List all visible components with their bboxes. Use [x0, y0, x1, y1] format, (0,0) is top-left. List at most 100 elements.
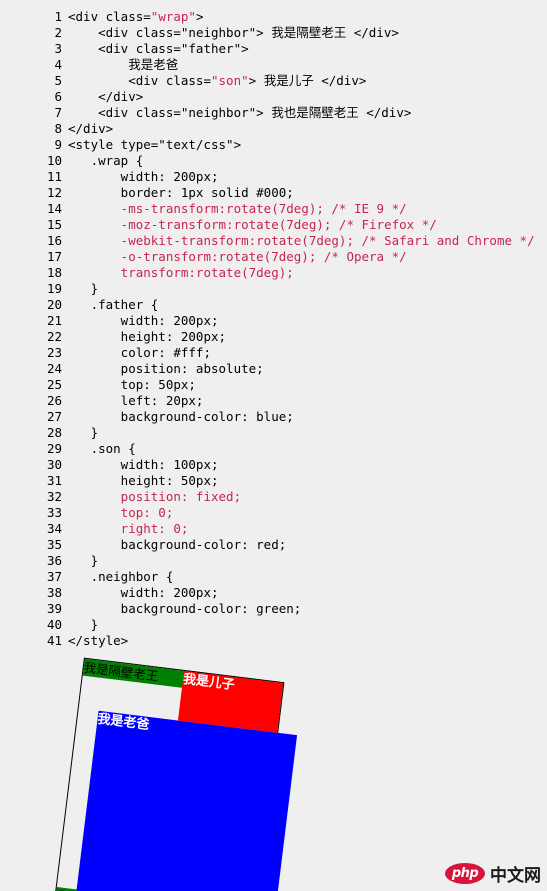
code-line: 40 } [0, 617, 547, 633]
code-token: > 我是隔壁老王 </div> [256, 25, 399, 40]
line-number: 24 [46, 361, 62, 376]
code-line-text: } [62, 617, 99, 633]
code-line: 10 .wrap { [0, 153, 547, 169]
code-token: width: 100px; [68, 457, 219, 472]
code-token-highlight: transform:rotate(7deg); [68, 265, 294, 280]
code-line: 32 position: fixed; [0, 489, 547, 505]
code-token: > [195, 9, 204, 24]
code-line-text: width: 100px; [62, 457, 219, 473]
demo-son-label: 我是儿子 [182, 671, 236, 694]
code-line-text: 我是老爸 [62, 57, 178, 73]
line-number: 23 [46, 345, 62, 360]
code-token: width: 200px; [68, 313, 219, 328]
rendered-demo-stage: 我是隔壁老王 我是老爸 我是儿子 我也是隔壁老王 [0, 655, 547, 891]
code-line: 4 我是老爸 [0, 57, 547, 73]
code-token: </div> [68, 89, 144, 104]
code-token: > 我是儿子 </div> [248, 73, 367, 88]
code-line: 29 .son { [0, 441, 547, 457]
code-line: 14 -ms-transform:rotate(7deg); /* IE 9 *… [0, 201, 547, 217]
code-token-highlight: "son" [211, 73, 249, 88]
line-number: 38 [46, 585, 62, 600]
code-line: 17 -o-transform:rotate(7deg); /* Opera *… [0, 249, 547, 265]
code-line-text: top: 50px; [62, 377, 196, 393]
watermark-label: 中文网 [490, 865, 541, 886]
code-line: 35 background-color: red; [0, 537, 547, 553]
code-token: background-color: blue; [68, 409, 294, 424]
code-line: 12 border: 1px solid #000; [0, 185, 547, 201]
code-line-text: } [62, 553, 99, 569]
code-token: <div class="neighbor"> 我也是隔壁老王 </div> [68, 105, 412, 120]
line-number: 32 [46, 489, 62, 504]
code-line: 26 left: 20px; [0, 393, 547, 409]
code-token: } [68, 281, 99, 296]
code-line-text: -o-transform:rotate(7deg); /* Opera */ [62, 249, 407, 265]
line-number: 25 [46, 377, 62, 392]
code-line-text: <div class="father"> [62, 41, 249, 57]
code-line-text: -webkit-transform:rotate(7deg); /* Safar… [62, 233, 535, 249]
line-number: 34 [46, 521, 62, 536]
line-number: 14 [46, 201, 62, 216]
code-line: 22 height: 200px; [0, 329, 547, 345]
code-token-highlight: position: fixed; [68, 489, 242, 504]
code-token: width: 200px; [68, 169, 219, 184]
code-token: background-color: red; [68, 537, 287, 552]
code-line-text: color: #fff; [62, 345, 211, 361]
code-line: 34 right: 0; [0, 521, 547, 537]
code-line-text: height: 50px; [62, 473, 219, 489]
code-token-highlight: "wrap" [150, 9, 196, 24]
code-line-text: position: absolute; [62, 361, 264, 377]
code-line: 8 </div> [0, 121, 547, 137]
code-line: 1 <div class="wrap"> [0, 9, 547, 25]
code-token: .father { [68, 297, 159, 312]
code-token: height: 200px; [68, 329, 227, 344]
code-token-highlight: -ms-transform:rotate(7deg); /* IE 9 */ [68, 201, 407, 216]
code-token: } [68, 617, 99, 632]
line-number: 9 [54, 137, 62, 152]
code-line-text: border: 1px solid #000; [62, 185, 294, 201]
code-listing: 1 <div class="wrap"> 2 <div class="neighbo… [0, 9, 547, 649]
code-line: 39 background-color: green; [0, 601, 547, 617]
code-line-text: .wrap { [62, 153, 144, 169]
line-number: 7 [54, 105, 62, 120]
line-number: 33 [46, 505, 62, 520]
code-token: left: 20px; [68, 393, 204, 408]
code-token: .wrap { [68, 153, 144, 168]
code-line: 21 width: 200px; [0, 313, 547, 329]
demo-son-box: 我是儿子 [177, 670, 284, 733]
line-number: 18 [46, 265, 62, 280]
code-line: 38 width: 200px; [0, 585, 547, 601]
code-token-highlight: -webkit-transform:rotate(7deg); /* Safar… [68, 233, 535, 248]
line-number: 36 [46, 553, 62, 568]
code-line: 27 background-color: blue; [0, 409, 547, 425]
code-line-text: -ms-transform:rotate(7deg); /* IE 9 */ [62, 201, 407, 217]
line-number: 16 [46, 233, 62, 248]
code-line: 23 color: #fff; [0, 345, 547, 361]
code-token: position: absolute; [68, 361, 264, 376]
code-line-text: } [62, 281, 99, 297]
line-number: 3 [54, 41, 62, 56]
code-line-text: <div class="neighbor"> 我也是隔壁老王 </div> [62, 105, 411, 121]
line-number: 29 [46, 441, 62, 456]
code-line-text: width: 200px; [62, 169, 219, 185]
php-logo-icon: php [445, 862, 485, 884]
code-line-text: background-color: green; [62, 601, 302, 617]
code-line-text: <style type="text/css"> [62, 137, 241, 153]
code-line-text: } [62, 425, 99, 441]
line-number: 30 [46, 457, 62, 472]
code-line-text: position: fixed; [62, 489, 241, 505]
line-number: 12 [46, 185, 62, 200]
line-number: 8 [54, 121, 62, 136]
code-line-text: height: 200px; [62, 329, 226, 345]
line-number: 19 [46, 281, 62, 296]
code-line: 30 width: 100px; [0, 457, 547, 473]
code-token: 我是老爸 [68, 57, 179, 72]
code-line: 24 position: absolute; [0, 361, 547, 377]
code-line-text: .son { [62, 441, 136, 457]
code-line: 9 <style type="text/css"> [0, 137, 547, 153]
line-number: 39 [46, 601, 62, 616]
code-token: width: 200px; [68, 585, 219, 600]
line-number: 37 [46, 569, 62, 584]
code-line-text: -moz-transform:rotate(7deg); /* Firefox … [62, 217, 437, 233]
code-line: 16 -webkit-transform:rotate(7deg); /* Sa… [0, 233, 547, 249]
line-number: 10 [46, 153, 62, 168]
